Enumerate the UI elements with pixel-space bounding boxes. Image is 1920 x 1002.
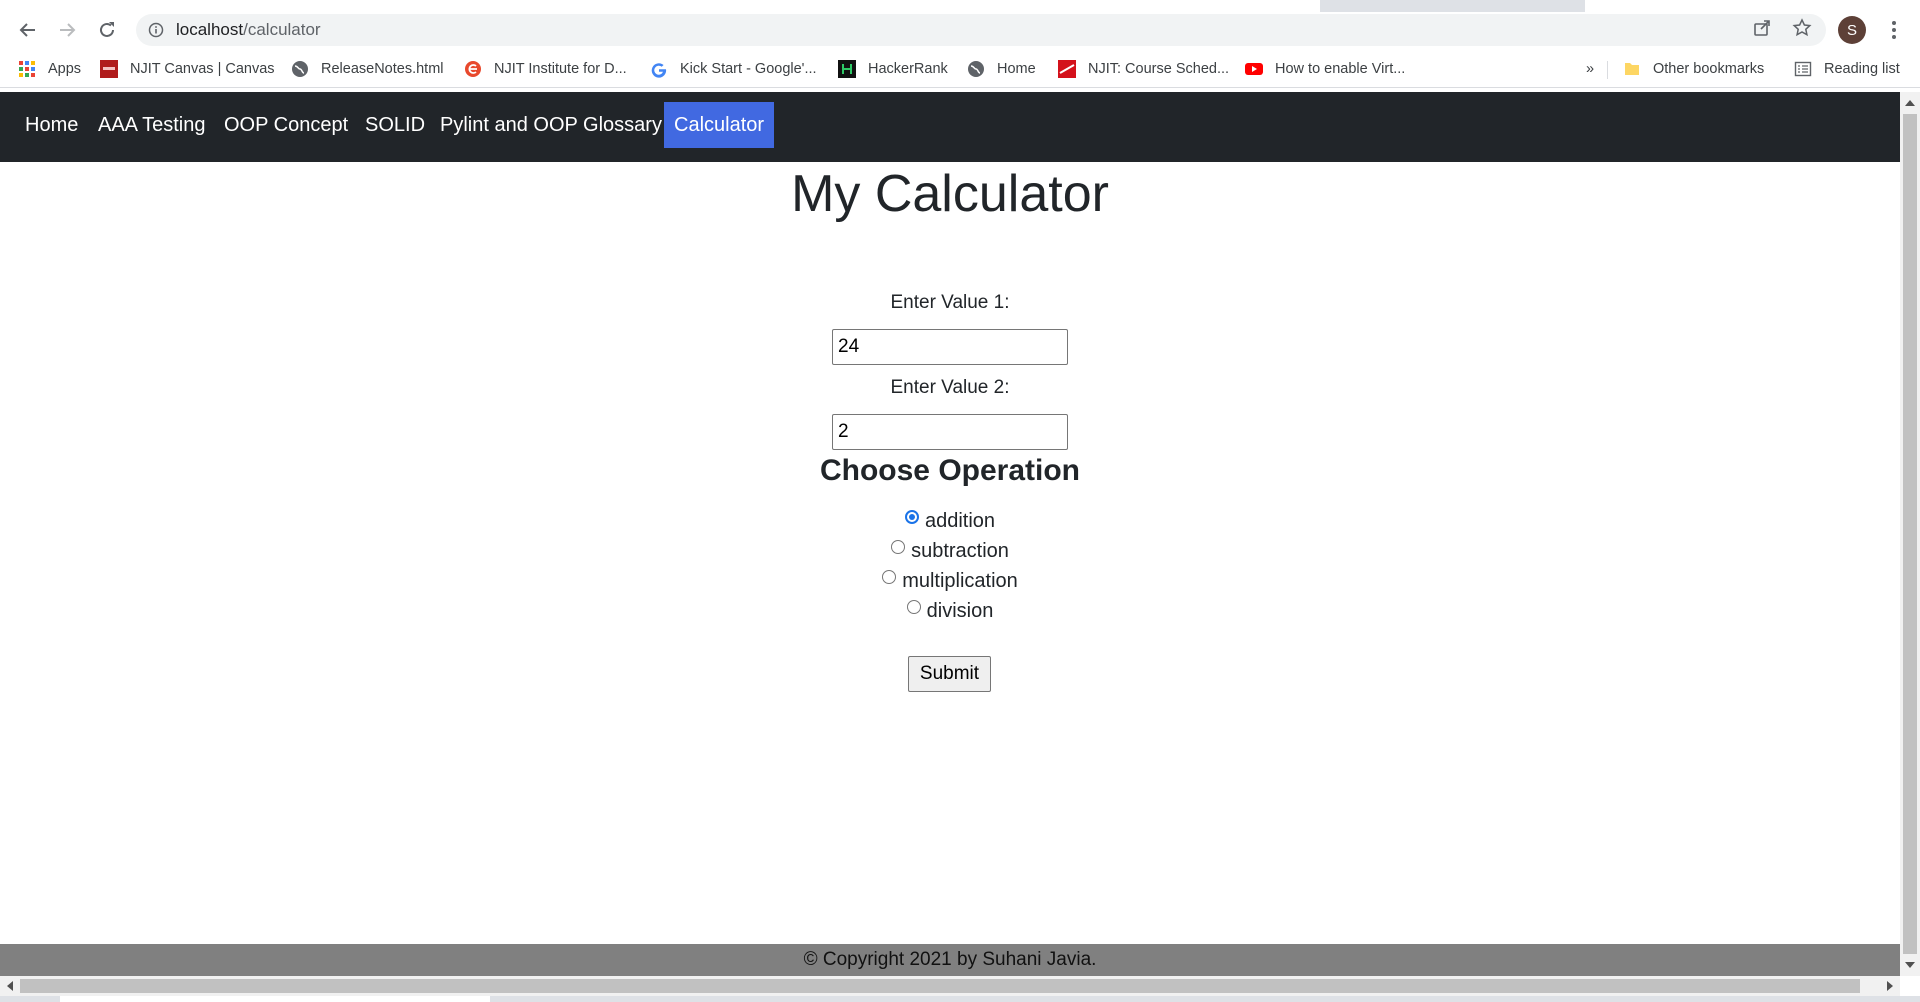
reading-list-label: Reading list bbox=[1824, 61, 1900, 77]
horizontal-scroll-thumb[interactable] bbox=[20, 979, 1860, 993]
bookmarks-overflow-button[interactable]: » bbox=[1586, 59, 1594, 79]
bookmark-kickstart[interactable]: Kick Start - Google'... bbox=[650, 59, 817, 79]
hackerrank-icon bbox=[838, 60, 856, 78]
bookmark-apps[interactable]: Apps bbox=[18, 59, 81, 79]
page-content: Home AAA Testing OOP Concept SOLID Pylin… bbox=[0, 92, 1900, 976]
arrow-right-icon bbox=[60, 23, 76, 37]
bookmark-label: Kick Start - Google'... bbox=[680, 61, 817, 77]
bookmarks-divider bbox=[1607, 61, 1608, 79]
tab-strip bbox=[0, 0, 1920, 12]
star-icon[interactable] bbox=[1792, 18, 1812, 38]
bookmark-label: NJIT: Course Sched... bbox=[1088, 61, 1230, 77]
bookmark-njit-course[interactable]: NJIT: Course Sched... bbox=[1058, 59, 1229, 79]
value1-input[interactable] bbox=[832, 329, 1068, 365]
bookmark-releasenotes[interactable]: ReleaseNotes.html bbox=[291, 59, 444, 79]
kebab-menu-icon[interactable] bbox=[1884, 18, 1904, 42]
radio-label: addition bbox=[924, 510, 996, 532]
bookmark-how-to-enable[interactable]: How to enable Virt... bbox=[1245, 59, 1405, 79]
value1-label: Enter Value 1: bbox=[890, 292, 1010, 313]
radio-addition[interactable]: addition bbox=[0, 510, 1900, 536]
url-path: /calculator bbox=[243, 20, 321, 39]
bookmarks-bar: Apps NJIT Canvas | Canvas ReleaseNotes.h… bbox=[0, 50, 1920, 88]
page-title: My Calculator bbox=[791, 165, 1109, 223]
radio-button-checked[interactable] bbox=[904, 510, 919, 524]
browser-toolbar: localhost/calculator S bbox=[0, 12, 1920, 48]
share-icon[interactable] bbox=[1752, 18, 1772, 38]
reading-list-button[interactable]: Reading list bbox=[1794, 59, 1900, 79]
value2-label: Enter Value 2: bbox=[890, 377, 1010, 398]
scroll-right-icon[interactable] bbox=[1887, 981, 1893, 991]
url-host: localhost bbox=[176, 20, 244, 39]
globe-icon bbox=[292, 61, 308, 77]
profile-initial: S bbox=[1846, 21, 1857, 39]
bookmark-label: NJIT Canvas | Canvas bbox=[130, 61, 275, 77]
scroll-left-icon[interactable] bbox=[7, 981, 13, 991]
info-icon[interactable] bbox=[148, 22, 164, 38]
site-navbar: Home AAA Testing OOP Concept SOLID Pylin… bbox=[0, 92, 1900, 162]
bookmark-label: NJIT Institute for D... bbox=[494, 61, 627, 77]
back-button[interactable] bbox=[14, 16, 42, 44]
taskbar-edge bbox=[0, 996, 1920, 1002]
forward-button[interactable] bbox=[53, 16, 81, 44]
radio-label: subtraction bbox=[911, 540, 1009, 562]
reload-button[interactable] bbox=[93, 16, 121, 44]
overflow-label: » bbox=[1586, 61, 1595, 77]
bookmark-label: How to enable Virt... bbox=[1275, 61, 1406, 77]
vertical-scroll-thumb[interactable] bbox=[1903, 114, 1917, 954]
nav-link-oop-concept[interactable]: OOP Concept bbox=[214, 102, 358, 148]
youtube-icon bbox=[1245, 63, 1263, 75]
radio-label: division bbox=[926, 600, 994, 622]
horizontal-scrollbar[interactable] bbox=[0, 976, 1900, 996]
apps-grid-icon bbox=[19, 61, 35, 77]
google-icon bbox=[651, 63, 667, 78]
bookmark-label: Apps bbox=[48, 61, 82, 77]
radio-button[interactable] bbox=[891, 540, 906, 554]
page-footer: © Copyright 2021 by Suhani Javia. bbox=[0, 944, 1900, 976]
bookmark-label: Home bbox=[997, 61, 1036, 77]
active-tab[interactable] bbox=[0, 0, 1320, 12]
taskbar-item bbox=[60, 996, 490, 1002]
other-bookmarks-label: Other bookmarks bbox=[1653, 61, 1765, 77]
radio-multiplication[interactable]: multiplication bbox=[0, 570, 1900, 596]
bookmark-njit-institute[interactable]: NJIT Institute for D... bbox=[464, 59, 627, 79]
scroll-down-icon[interactable] bbox=[1905, 962, 1915, 968]
folder-icon bbox=[1625, 63, 1639, 75]
vertical-scrollbar[interactable] bbox=[1900, 92, 1920, 976]
radio-division[interactable]: division bbox=[0, 600, 1900, 626]
reload-icon bbox=[100, 22, 114, 37]
globe-icon bbox=[968, 61, 984, 77]
nav-link-home[interactable]: Home bbox=[15, 102, 88, 148]
bookmark-label: ReleaseNotes.html bbox=[321, 61, 444, 77]
profile-avatar[interactable]: S bbox=[1838, 16, 1866, 44]
radio-button[interactable] bbox=[882, 570, 897, 584]
bookmark-njit-canvas[interactable]: NJIT Canvas | Canvas bbox=[100, 59, 275, 79]
scroll-up-icon[interactable] bbox=[1905, 100, 1915, 106]
bookmark-home[interactable]: Home bbox=[967, 59, 1036, 79]
value2-input[interactable] bbox=[832, 414, 1068, 450]
nav-link-calculator[interactable]: Calculator bbox=[664, 102, 775, 148]
bookmark-hackerrank[interactable]: HackerRank bbox=[838, 59, 948, 79]
reading-list-icon bbox=[1794, 61, 1812, 77]
other-bookmarks-folder[interactable]: Other bookmarks bbox=[1623, 59, 1764, 79]
nav-link-solid[interactable]: SOLID bbox=[355, 102, 435, 148]
njit-canvas-icon bbox=[100, 60, 118, 78]
njit-course-icon bbox=[1058, 60, 1076, 78]
background-tab[interactable] bbox=[1585, 0, 1920, 12]
url-text[interactable]: localhost/calculator bbox=[176, 20, 321, 40]
arrow-left-icon bbox=[19, 23, 35, 37]
radio-subtraction[interactable]: subtraction bbox=[0, 540, 1900, 566]
nav-link-pylint-glossary[interactable]: Pylint and OOP Glossary bbox=[430, 102, 672, 148]
radio-button[interactable] bbox=[906, 600, 921, 614]
radio-label: multiplication bbox=[902, 570, 1018, 592]
submit-button[interactable]: Submit bbox=[908, 656, 991, 692]
bookmark-label: HackerRank bbox=[868, 61, 948, 77]
operation-heading: Choose Operation bbox=[819, 454, 1081, 487]
nav-link-aaa-testing[interactable]: AAA Testing bbox=[88, 102, 215, 148]
njit-institute-icon bbox=[465, 61, 481, 77]
address-bar[interactable]: localhost/calculator bbox=[136, 14, 1826, 46]
